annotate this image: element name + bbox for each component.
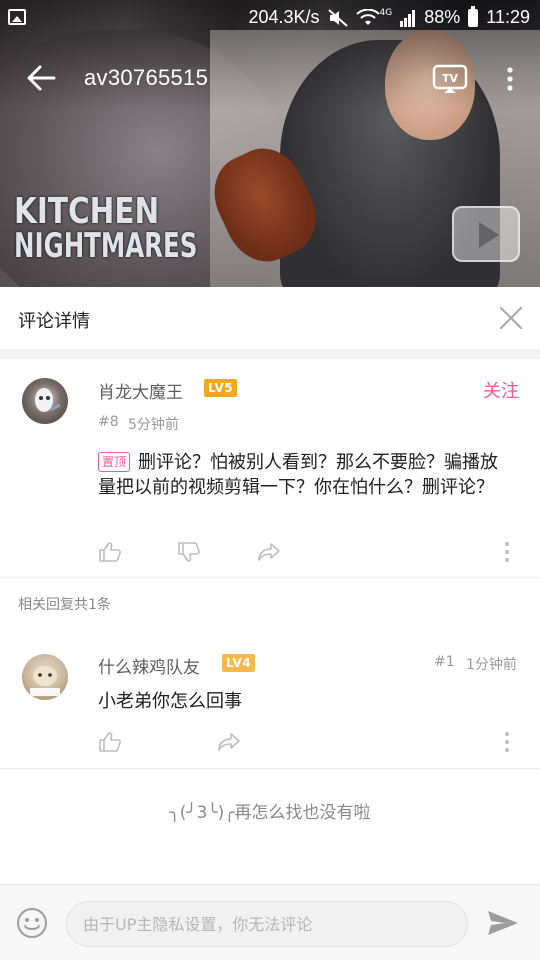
comment-more-icon[interactable]: [504, 541, 510, 563]
comment-text: 删评论？怕被别人看到？那么不要脸？骗播放量把以前的视频剪辑一下？你在怕什么？删评…: [98, 452, 499, 498]
reply-time: 1分钟前: [466, 657, 517, 673]
reply-item: 什么辣鸡队友 LV4 #1 1分钟前 小老弟你怎么回事: [0, 630, 540, 768]
level-badge: LV5: [204, 379, 238, 397]
divider: [0, 577, 540, 578]
tv-cast-icon[interactable]: TV: [432, 64, 468, 94]
play-icon[interactable]: [452, 206, 520, 262]
reply-more-icon[interactable]: [504, 731, 510, 753]
video-player[interactable]: KITCHEN NIGHTMARES: [0, 0, 540, 287]
comment-text-block: 置顶 删评论？怕被别人看到？那么不要脸？骗播放量把以前的视频剪辑一下？你在怕什么？…: [98, 450, 498, 500]
emoji-icon[interactable]: [16, 907, 48, 939]
dislike-icon[interactable]: [177, 541, 201, 563]
main-comment: 肖龙大魔王 LV5 关注 #8 5分钟前 置顶 删评论？怕被别人看到？那么不要脸？…: [0, 359, 540, 577]
network-type: 4G: [379, 7, 393, 18]
video-id-title: av30765515: [84, 65, 209, 90]
level-badge: LV4: [222, 654, 256, 672]
comment-username[interactable]: 肖龙大魔王: [98, 378, 183, 403]
like-icon[interactable]: [98, 541, 122, 563]
comment-detail-header: 评论详情: [0, 287, 540, 351]
pinned-badge: 置顶: [98, 452, 131, 472]
avatar[interactable]: [22, 378, 68, 424]
avatar-cat-icon: [30, 666, 60, 696]
comment-floor: #8: [98, 414, 119, 430]
comment-time: 5分钟前: [128, 417, 179, 433]
comment-input[interactable]: [66, 901, 468, 947]
avatar-mask-icon: [35, 388, 61, 412]
svg-text:TV: TV: [442, 72, 459, 85]
divider: [0, 768, 540, 769]
signal-icon: [400, 9, 416, 27]
replies-count: 相关回复共1条: [18, 597, 111, 613]
show-title-line1: KITCHEN: [14, 191, 160, 232]
video-show-title: KITCHEN NIGHTMARES: [14, 191, 269, 266]
section-gap: [0, 351, 540, 359]
follow-button[interactable]: 关注: [483, 377, 519, 403]
avatar[interactable]: [22, 654, 68, 700]
reply-text: 小老弟你怎么回事: [98, 691, 242, 712]
status-bar: 204.3K/s 4G 88% 11:29: [0, 0, 540, 36]
network-speed: 204.3K/s: [248, 7, 320, 27]
video-toolbar: av30765515 TV: [0, 50, 540, 106]
reply-username[interactable]: 什么辣鸡队友: [98, 653, 200, 678]
panel-title: 评论详情: [18, 311, 90, 332]
comment-input-bar: [0, 884, 540, 960]
more-vertical-icon[interactable]: [500, 64, 520, 94]
clock: 11:29: [486, 7, 530, 27]
reply-floor: #1: [434, 654, 455, 670]
battery-icon: [468, 5, 479, 27]
back-arrow-icon[interactable]: [26, 64, 56, 92]
mute-icon: [327, 8, 348, 27]
share-icon[interactable]: [257, 541, 281, 563]
close-icon[interactable]: [498, 305, 524, 331]
wifi-icon: [355, 8, 380, 25]
gallery-notification-icon: [8, 9, 26, 25]
share-icon[interactable]: [217, 731, 241, 753]
send-icon[interactable]: [486, 909, 520, 937]
like-icon[interactable]: [98, 731, 122, 753]
battery-percent: 88%: [424, 7, 461, 27]
show-title-line2: NIGHTMARES: [14, 226, 198, 266]
end-of-list-message: ╮(╯3╰)╭再怎么找也没有啦: [169, 803, 371, 823]
